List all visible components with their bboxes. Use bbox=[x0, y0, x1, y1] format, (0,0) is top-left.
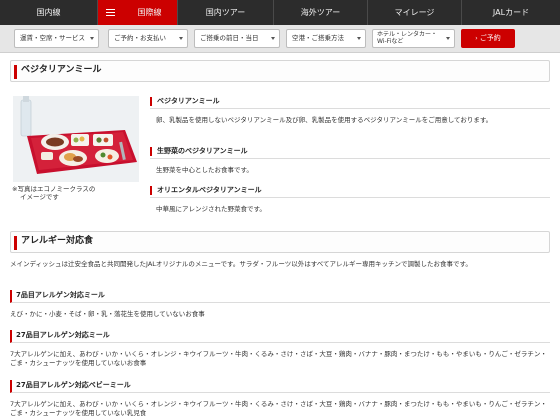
allergy-item-text: えび・かに・小麦・そば・卵・乳・落花生を使用していないお食事 bbox=[10, 310, 205, 318]
sub-nav: 運賃・空席・サービス ご予約・お支払い ご搭乗の前日・当日 空港・ご搭乗方法 ホ… bbox=[0, 25, 560, 53]
vegetarian-heading: ベジタリアンミール bbox=[10, 60, 550, 82]
book-button-label: ご予約 bbox=[479, 34, 501, 43]
tab-domestic[interactable]: 国内線 bbox=[0, 0, 98, 25]
select-hotel-rental[interactable]: ホテル・レンタカー・Wi-Fiなど bbox=[372, 29, 455, 48]
divider bbox=[150, 108, 550, 109]
allergy-item-text: 7大アレルゲンに加え、あわび・いか・いくら・オレンジ・キウイフルーツ・牛肉・くる… bbox=[10, 350, 547, 367]
tab-label: マイレージ bbox=[394, 7, 435, 17]
veg-item-text: 卵、乳製品を使用しないベジタリアンミール及び卵、乳製品を使用するベジタリアンミー… bbox=[156, 116, 493, 124]
hamburger-icon bbox=[105, 9, 115, 17]
tab-label: 国内線 bbox=[36, 7, 61, 17]
chevron-down-icon bbox=[90, 37, 94, 40]
allergy-heading-wrap: アレルギー対応食 bbox=[10, 231, 550, 253]
allergy-item-title: 7品目アレルゲン対応ミール bbox=[10, 290, 550, 303]
caption-line: イメージです bbox=[20, 193, 59, 202]
chevron-down-icon bbox=[357, 37, 361, 40]
tab-label: 国内ツアー bbox=[205, 7, 246, 17]
allergy-item-text: 7大アレルゲンに加え、あわび・いか・いくら・オレンジ・キウイフルーツ・牛肉・くる… bbox=[10, 400, 547, 417]
main-content: ベジタリアンミール ※写真はエコノミークラスの イメージです ベジタリアンミール… bbox=[10, 60, 550, 417]
chevron-down-icon bbox=[179, 37, 183, 40]
divider bbox=[150, 158, 550, 159]
section-title: アレルギー対応食 bbox=[21, 236, 94, 247]
tab-label: 国際線 bbox=[137, 7, 162, 17]
meal-tray-image bbox=[13, 96, 139, 182]
veg-item-title: 生野菜のベジタリアンミール bbox=[150, 147, 248, 156]
select-label: ご予約・お支払い bbox=[114, 34, 166, 43]
caption-line: ※写真はエコノミークラスの bbox=[12, 185, 96, 193]
book-button[interactable]: › ご予約 bbox=[461, 29, 515, 48]
veg-item-title: オリエンタルベジタリアンミール bbox=[150, 186, 262, 195]
select-fare-service[interactable]: 運賃・空席・サービス bbox=[14, 29, 99, 48]
tab-domestic-tour[interactable]: 国内ツアー bbox=[178, 0, 274, 25]
tab-international[interactable]: 国際線 bbox=[122, 0, 178, 25]
menu-button[interactable] bbox=[98, 0, 122, 25]
allergy-heading: アレルギー対応食 bbox=[10, 231, 550, 253]
tab-label: 海外ツアー bbox=[300, 7, 341, 17]
global-nav: 国内線 国際線 国内ツアー 海外ツアー マイレージ JALカード bbox=[0, 0, 560, 25]
photo-caption: ※写真はエコノミークラスの イメージです bbox=[12, 185, 142, 202]
veg-item-title: ベジタリアンミール bbox=[150, 97, 220, 106]
select-booking-payment[interactable]: ご予約・お支払い bbox=[108, 29, 188, 48]
allergy-intro: メインディッシュは辻安全食品と共同開発したJALオリジナルのメニューです。サラダ… bbox=[10, 260, 472, 268]
section-title: ベジタリアンミール bbox=[21, 65, 102, 76]
allergy-item-title: 27品目アレルゲン対応ミール bbox=[10, 330, 550, 343]
divider bbox=[150, 197, 550, 198]
chevron-down-icon bbox=[271, 37, 275, 40]
veg-item-text: 生野菜を中心としたお食事です。 bbox=[156, 166, 253, 174]
vegetarian-section: ※写真はエコノミークラスの イメージです ベジタリアンミール 卵、乳製品を使用し… bbox=[10, 94, 550, 232]
meal-photo bbox=[13, 96, 139, 182]
chevron-right-icon: › bbox=[475, 34, 478, 42]
select-boarding-day[interactable]: ご搭乗の前日・当日 bbox=[194, 29, 280, 48]
tab-jal-card[interactable]: JALカード bbox=[462, 0, 560, 25]
veg-item-text: 中華風にアレンジされた野菜食です。 bbox=[156, 205, 266, 213]
select-airport-boarding[interactable]: 空港・ご搭乗方法 bbox=[286, 29, 366, 48]
select-label: 運賃・空席・サービス bbox=[20, 34, 85, 43]
select-label: 空港・ご搭乗方法 bbox=[292, 34, 344, 43]
tab-overseas-tour[interactable]: 海外ツアー bbox=[274, 0, 368, 25]
select-label: ご搭乗の前日・当日 bbox=[200, 34, 259, 43]
tab-label: JALカード bbox=[492, 7, 530, 17]
chevron-down-icon bbox=[446, 37, 450, 40]
allergy-item-title: 27品目アレルゲン対応ベビーミール bbox=[10, 380, 550, 393]
tab-mileage[interactable]: マイレージ bbox=[368, 0, 462, 25]
select-label: ホテル・レンタカー・Wi-Fiなど bbox=[377, 30, 438, 45]
